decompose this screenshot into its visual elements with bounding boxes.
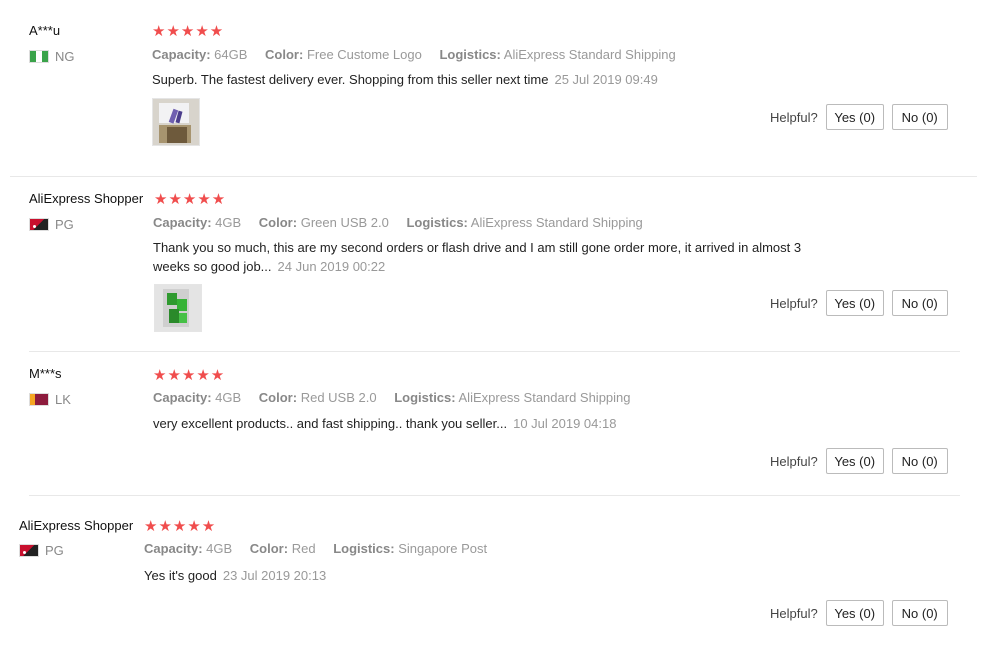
reviewer-name: AliExpress Shopper xyxy=(19,518,134,533)
review-divider xyxy=(29,351,960,352)
color-label: Color: xyxy=(258,390,298,405)
review-date: 24 Jun 2019 00:22 xyxy=(277,259,386,274)
helpful-no-button[interactable]: No (0) xyxy=(891,104,948,130)
star-rating: ★★★★★ xyxy=(152,23,225,40)
review-divider xyxy=(10,176,977,177)
helpful-no-button[interactable]: No (0) xyxy=(891,448,948,474)
review-text: Thank you so much, this are my second or… xyxy=(153,240,802,274)
review-text: Yes it's good xyxy=(144,568,217,583)
review-photo-thumbnail[interactable] xyxy=(152,98,200,146)
review-attributes: Capacity: 4GB Color: Green USB 2.0 Logis… xyxy=(153,215,657,230)
color-label: Color: xyxy=(265,47,304,62)
helpful-label: Helpful? xyxy=(770,295,818,311)
helpful-vote: Helpful? Yes (0) No (0) xyxy=(770,600,948,626)
review-date: 25 Jul 2019 09:49 xyxy=(554,72,658,87)
review-text: Superb. The fastest delivery ever. Shopp… xyxy=(152,72,549,87)
color-label: Color: xyxy=(249,541,289,556)
capacity-label: Capacity: xyxy=(153,215,212,230)
star-rating: ★★★★★ xyxy=(153,367,226,384)
color-value: Free Custome Logo xyxy=(306,47,422,62)
review-text-block: Superb. The fastest delivery ever. Shopp… xyxy=(152,70,792,89)
helpful-yes-button[interactable]: Yes (0) xyxy=(825,600,884,626)
helpful-label: Helpful? xyxy=(770,605,818,621)
capacity-label: Capacity: xyxy=(152,47,211,62)
star-rating: ★★★★★ xyxy=(154,191,227,208)
review-date: 23 Jul 2019 20:13 xyxy=(222,568,327,583)
logistics-label: Logistics: xyxy=(394,390,456,405)
color-label: Color: xyxy=(258,215,298,230)
reviewer-country: PG xyxy=(19,543,64,558)
logistics-value: AliExpress Standard Shipping xyxy=(458,390,631,405)
logistics-label: Logistics: xyxy=(333,541,395,556)
helpful-yes-button[interactable]: Yes (0) xyxy=(825,448,884,474)
helpful-vote: Helpful? Yes (0) No (0) xyxy=(770,448,948,474)
helpful-vote: Helpful? Yes (0) No (0) xyxy=(770,104,948,130)
logistics-label: Logistics: xyxy=(439,47,501,62)
helpful-label: Helpful? xyxy=(770,109,818,125)
reviewer-country: NG xyxy=(29,49,75,64)
logistics-label: Logistics: xyxy=(406,215,468,230)
logistics-value: AliExpress Standard Shipping xyxy=(503,47,676,62)
helpful-label: Helpful? xyxy=(770,453,818,469)
country-code: PG xyxy=(55,217,74,232)
review-text-block: very excellent products.. and fast shipp… xyxy=(153,414,793,433)
country-code: NG xyxy=(55,49,75,64)
review-photo-thumbnail[interactable] xyxy=(154,284,202,332)
helpful-yes-button[interactable]: Yes (0) xyxy=(825,290,884,316)
capacity-value: 4GB xyxy=(215,215,242,230)
reviewer-country: LK xyxy=(29,392,71,407)
review-text-block: Yes it's good 23 Jul 2019 20:13 xyxy=(144,566,784,585)
review-text-block: Thank you so much, this are my second or… xyxy=(153,238,833,276)
review-divider xyxy=(29,495,960,496)
star-rating: ★★★★★ xyxy=(144,518,217,535)
logistics-value: Singapore Post xyxy=(398,541,488,556)
helpful-yes-button[interactable]: Yes (0) xyxy=(825,104,884,130)
papua-new-guinea-flag-icon xyxy=(29,218,49,231)
capacity-value: 4GB xyxy=(206,541,233,556)
reviewer-name: A***u xyxy=(29,23,61,38)
color-value: Green USB 2.0 xyxy=(300,215,389,230)
helpful-no-button[interactable]: No (0) xyxy=(891,290,948,316)
capacity-value: 64GB xyxy=(214,47,248,62)
review-text: very excellent products.. and fast shipp… xyxy=(153,416,508,431)
sri-lanka-flag-icon xyxy=(29,393,49,406)
helpful-no-button[interactable]: No (0) xyxy=(891,600,948,626)
review-date: 10 Jul 2019 04:18 xyxy=(513,416,617,431)
papua-new-guinea-flag-icon xyxy=(19,544,39,557)
color-value: Red xyxy=(291,541,316,556)
capacity-label: Capacity: xyxy=(153,390,212,405)
nigeria-flag-icon xyxy=(29,50,49,63)
capacity-value: 4GB xyxy=(215,390,242,405)
review-attributes: Capacity: 64GB Color: Free Custome Logo … xyxy=(152,47,690,62)
logistics-value: AliExpress Standard Shipping xyxy=(470,215,643,230)
review-attributes: Capacity: 4GB Color: Red USB 2.0 Logisti… xyxy=(153,390,645,405)
review-attributes: Capacity: 4GB Color: Red Logistics: Sing… xyxy=(144,541,501,556)
reviewer-country: PG xyxy=(29,217,74,232)
country-code: LK xyxy=(55,392,71,407)
reviewer-name: M***s xyxy=(29,366,62,381)
reviewer-name: AliExpress Shopper xyxy=(29,191,144,206)
helpful-vote: Helpful? Yes (0) No (0) xyxy=(770,290,948,316)
capacity-label: Capacity: xyxy=(144,541,203,556)
country-code: PG xyxy=(45,543,64,558)
color-value: Red USB 2.0 xyxy=(300,390,377,405)
